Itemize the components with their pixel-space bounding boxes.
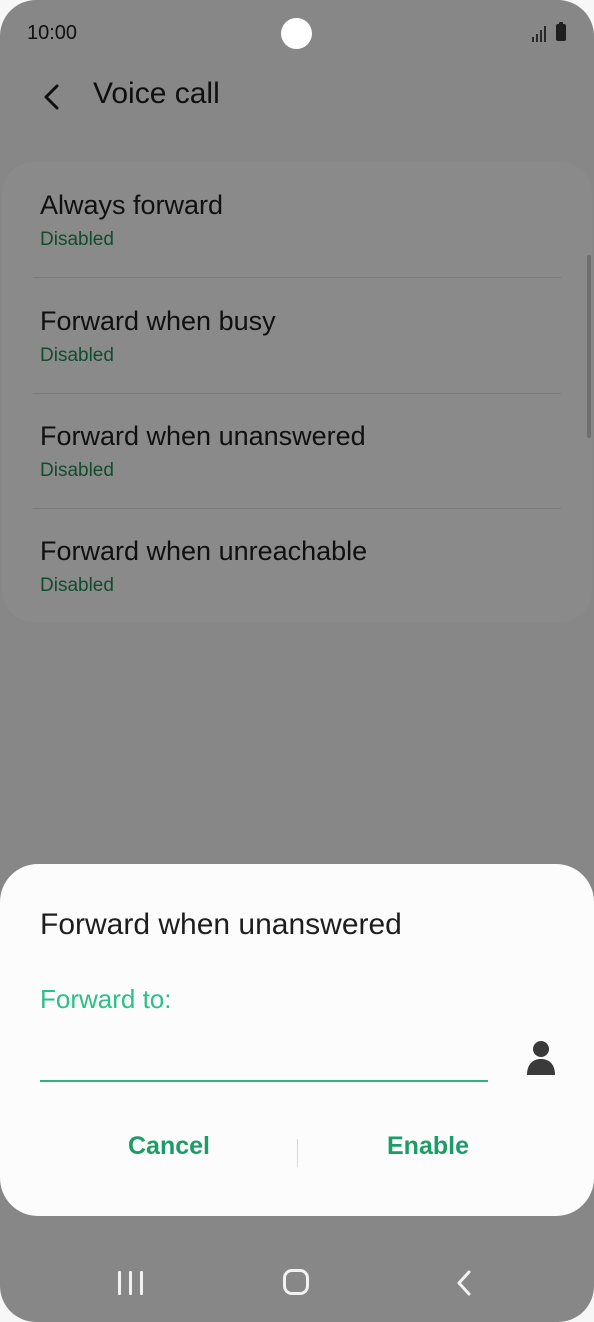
forward-dialog: Forward when unanswered Forward to: Canc… [0,864,594,1216]
navigation-bar [0,1245,594,1322]
back-icon[interactable] [454,1268,474,1298]
person-icon[interactable] [526,1040,556,1076]
recent-apps-icon[interactable] [118,1271,146,1295]
home-icon[interactable] [283,1269,309,1295]
button-divider [297,1139,298,1167]
forward-number-input[interactable] [40,1034,488,1082]
phone-screen: 10:00 Voice call Always forward Disabled… [0,0,594,1322]
front-camera [281,18,312,49]
enable-button[interactable]: Enable [387,1132,469,1161]
cancel-button[interactable]: Cancel [128,1132,210,1161]
dialog-title: Forward when unanswered [40,908,402,941]
forward-to-label: Forward to: [40,984,172,1014]
